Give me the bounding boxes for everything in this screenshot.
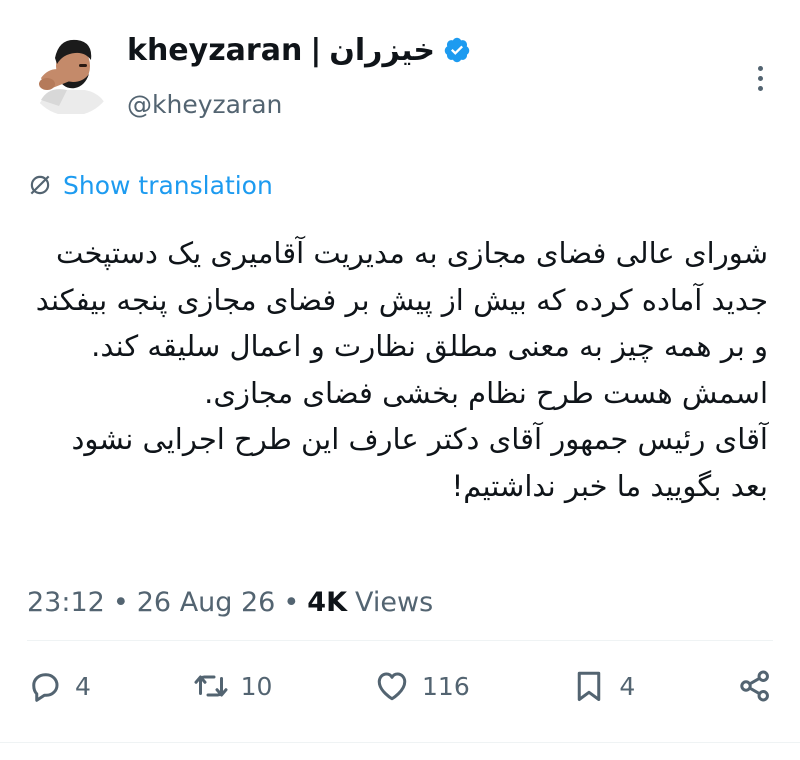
- retweet-button[interactable]: 10: [193, 668, 273, 704]
- display-name-english[interactable]: kheyzaran: [127, 33, 302, 68]
- tweet-date[interactable]: 26 Aug 26: [137, 587, 276, 618]
- bookmark-count: 4: [619, 671, 636, 701]
- more-options-button[interactable]: [748, 60, 772, 96]
- like-button[interactable]: 116: [374, 668, 470, 704]
- translate-globe-icon: [30, 175, 50, 195]
- author-handle[interactable]: @kheyzaran: [127, 90, 282, 119]
- more-options-icon-dot: [757, 75, 763, 81]
- retweet-count: 10: [240, 671, 273, 701]
- tweet-time[interactable]: 23:12: [27, 587, 105, 618]
- author-name-row[interactable]: kheyzaran | خیزران: [127, 28, 471, 72]
- verified-badge-icon: [444, 37, 470, 63]
- retweet-icon: [194, 675, 228, 697]
- more-options-icon: [757, 65, 763, 71]
- like-count: 116: [422, 671, 470, 701]
- bookmark-icon: [578, 671, 601, 701]
- share-button[interactable]: [737, 668, 773, 704]
- avatar[interactable]: [27, 28, 115, 116]
- more-options-icon-dot: [757, 85, 763, 91]
- meta-separator: •: [112, 586, 129, 618]
- show-translation-link[interactable]: Show translation: [27, 168, 273, 202]
- show-translation-label[interactable]: Show translation: [63, 171, 273, 200]
- divider: [27, 640, 773, 641]
- reply-count: 4: [75, 671, 91, 701]
- reply-icon: [32, 673, 59, 702]
- share-icon: [740, 670, 769, 702]
- tweet-meta: 23:12 • 26 Aug 26 • 4K Views: [27, 582, 433, 622]
- name-separator: |: [310, 32, 322, 68]
- views-count: 4K: [307, 586, 348, 618]
- meta-separator: •: [283, 586, 300, 618]
- tweet-text: شورای عالی فضای مجازی به مدیریت آقامیری …: [35, 236, 768, 503]
- display-name-persian[interactable]: خیزران: [329, 33, 435, 68]
- heart-icon: [377, 672, 407, 701]
- bookmark-button[interactable]: 4: [571, 668, 635, 704]
- avatar-illustration: [27, 28, 115, 116]
- tweet-actions: 4 10 116 4: [27, 660, 773, 712]
- bottom-divider: [0, 742, 800, 743]
- reply-button[interactable]: 4: [27, 668, 91, 704]
- views-label: Views: [355, 586, 434, 618]
